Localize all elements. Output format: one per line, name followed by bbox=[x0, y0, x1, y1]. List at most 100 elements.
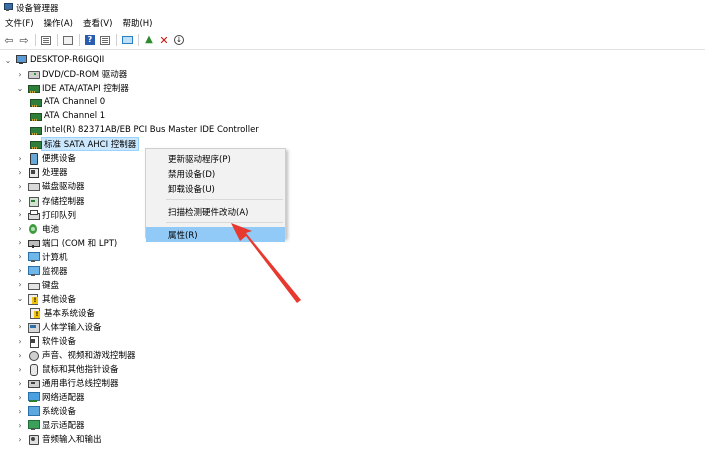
tree-category-item[interactable]: ⌄ IDE ATA/ATAPI 控制器 bbox=[16, 81, 129, 95]
context-menu: 更新驱动程序(P) 禁用设备(D) 卸载设备(U) 扫描检测硬件改动(A) 属性(R) bbox=[145, 148, 286, 242]
tree-item-label: 打印队列 bbox=[42, 210, 77, 221]
tree-category-item[interactable]: › 鼠标和其他指针设备 bbox=[16, 362, 119, 377]
ide-icon bbox=[30, 125, 42, 136]
tree-item-label: 其他设备 bbox=[42, 294, 77, 305]
chevron-right-icon[interactable]: › bbox=[16, 196, 24, 206]
cm-uninstall-device[interactable]: 卸载设备(U) bbox=[146, 181, 285, 196]
tree-category-item[interactable]: › 打印队列 bbox=[16, 208, 76, 222]
tree-device-item[interactable]: ATA Channel 0 bbox=[30, 95, 105, 109]
tree-item-label: 便携设备 bbox=[42, 154, 77, 165]
tree-category-item[interactable]: › 音频输入和输出 bbox=[16, 432, 102, 446]
chevron-right-icon[interactable]: › bbox=[16, 181, 24, 191]
chevron-right-icon[interactable]: › bbox=[16, 420, 24, 430]
tree-category-item[interactable]: › 键盘 bbox=[16, 278, 59, 292]
tree-category-item[interactable]: › 显示适配器 bbox=[16, 418, 85, 432]
tree-category-item[interactable]: › 人体学输入设备 bbox=[16, 320, 102, 334]
tree-item-label: 显示适配器 bbox=[42, 421, 85, 432]
port-icon bbox=[28, 238, 40, 248]
tree-device-item[interactable]: Intel(R) 82371AB/EB PCI Bus Master IDE C… bbox=[30, 123, 259, 137]
disable-device-icon[interactable]: ↓ bbox=[173, 34, 185, 46]
window-title: 设备管理器 bbox=[16, 3, 59, 14]
warn-icon bbox=[30, 307, 40, 319]
tree-item-label: 人体学输入设备 bbox=[42, 322, 102, 333]
chevron-down-icon[interactable]: ⌄ bbox=[16, 83, 24, 93]
tree-category-item[interactable]: › 处理器 bbox=[16, 165, 68, 179]
tree-item-label: 通用串行总线控制器 bbox=[42, 379, 119, 390]
display-icon bbox=[28, 420, 40, 431]
cm-disable-device[interactable]: 禁用设备(D) bbox=[146, 166, 285, 181]
chevron-right-icon[interactable]: › bbox=[16, 322, 24, 332]
warn-icon bbox=[28, 293, 38, 305]
menu-file[interactable]: 文件(F) bbox=[5, 17, 34, 29]
tree-category-item[interactable]: › 声音、视频和游戏控制器 bbox=[16, 348, 136, 362]
cm-update-driver[interactable]: 更新驱动程序(P) bbox=[146, 151, 285, 166]
keyboard-icon bbox=[28, 280, 40, 290]
menu-view[interactable]: 查看(V) bbox=[83, 17, 112, 29]
view-list-icon[interactable] bbox=[99, 34, 111, 46]
cm-properties[interactable]: 属性(R) bbox=[146, 227, 285, 242]
tree-category-item[interactable]: › 存储控制器 bbox=[16, 194, 85, 208]
toolbar-separator bbox=[57, 34, 58, 46]
chevron-down-icon[interactable]: ⌄ bbox=[16, 294, 24, 304]
tree-category-item[interactable]: › 电池 bbox=[16, 222, 59, 236]
sound-icon bbox=[28, 350, 39, 362]
tree-category-item[interactable]: › 网络适配器 bbox=[16, 390, 85, 404]
toolbar-separator bbox=[116, 34, 117, 46]
chevron-right-icon[interactable]: › bbox=[16, 238, 24, 248]
device-manager-icon bbox=[3, 3, 13, 12]
tree-category-item[interactable]: › 端口 (COM 和 LPT) bbox=[16, 236, 117, 250]
tree-item-label: 软件设备 bbox=[42, 337, 77, 347]
back-arrow-icon[interactable]: ⇦ bbox=[3, 34, 15, 46]
chevron-right-icon[interactable]: › bbox=[16, 210, 24, 220]
storage-icon bbox=[28, 196, 39, 207]
cm-scan-hardware[interactable]: 扫描检测硬件改动(A) bbox=[146, 204, 285, 219]
chevron-right-icon[interactable]: › bbox=[16, 167, 24, 177]
tree-item-label: 电池 bbox=[42, 224, 60, 235]
properties-pane-icon[interactable] bbox=[40, 34, 52, 46]
show-hidden-icon[interactable] bbox=[62, 34, 74, 46]
cpu-icon bbox=[28, 167, 39, 179]
tree-category-item[interactable]: ⌄ 其他设备 bbox=[16, 292, 76, 306]
tree-category-item[interactable]: › 磁盘驱动器 bbox=[16, 179, 84, 193]
tree-category-item[interactable]: › 通用串行总线控制器 bbox=[16, 376, 119, 390]
chevron-right-icon[interactable]: › bbox=[16, 378, 24, 388]
uninstall-device-icon[interactable]: ✕ bbox=[158, 34, 170, 46]
chevron-right-icon[interactable]: › bbox=[16, 153, 24, 163]
chevron-right-icon[interactable]: › bbox=[16, 434, 24, 444]
forward-arrow-icon[interactable]: ⇨ bbox=[18, 34, 30, 46]
tree-item-label: 存储控制器 bbox=[42, 196, 85, 207]
tree-item-label: 端口 (COM 和 LPT) bbox=[42, 238, 118, 249]
tree-root[interactable]: ⌄ DESKTOP-R6IGQII bbox=[4, 53, 104, 67]
tree-item-label: 音频输入和输出 bbox=[42, 435, 102, 446]
menu-help[interactable]: 帮助(H) bbox=[122, 17, 152, 29]
title-bar: 设备管理器 bbox=[0, 0, 705, 15]
ide-icon bbox=[30, 97, 42, 108]
drive-icon bbox=[28, 181, 40, 192]
tree-category-item[interactable]: › 软件设备 bbox=[16, 334, 76, 348]
tree-category-item[interactable]: › 计算机 bbox=[16, 250, 68, 264]
help-icon[interactable]: ? bbox=[84, 34, 96, 46]
tree-device-item[interactable]: ATA Channel 1 bbox=[30, 109, 105, 123]
chevron-right-icon[interactable]: › bbox=[16, 69, 24, 79]
tree-item-label: 处理器 bbox=[42, 168, 68, 179]
chevron-right-icon[interactable]: › bbox=[16, 392, 24, 402]
menu-action[interactable]: 操作(A) bbox=[44, 17, 73, 29]
scan-hardware-icon[interactable] bbox=[121, 34, 133, 46]
chevron-right-icon[interactable]: › bbox=[16, 252, 24, 262]
tree-device-item[interactable]: 标准 SATA AHCI 控制器 bbox=[30, 137, 140, 152]
chevron-right-icon[interactable]: › bbox=[16, 406, 24, 416]
chevron-down-icon[interactable]: ⌄ bbox=[4, 55, 12, 65]
chevron-right-icon[interactable]: › bbox=[16, 364, 24, 374]
update-driver-icon[interactable]: ▲ bbox=[143, 34, 155, 46]
chevron-right-icon[interactable]: › bbox=[16, 266, 24, 276]
tree-category-item[interactable]: › 监视器 bbox=[16, 264, 68, 278]
tree-category-item[interactable]: › DVD/CD-ROM 驱动器 bbox=[16, 67, 127, 81]
tree-category-item[interactable]: › 便携设备 bbox=[16, 151, 77, 166]
chevron-right-icon[interactable]: › bbox=[16, 336, 24, 346]
chevron-right-icon[interactable]: › bbox=[16, 224, 24, 234]
chevron-right-icon[interactable]: › bbox=[16, 350, 24, 360]
chevron-right-icon[interactable]: › bbox=[16, 280, 24, 290]
tree-category-item[interactable]: › 系统设备 bbox=[16, 404, 76, 418]
tree-device-item[interactable]: 基本系统设备 bbox=[30, 306, 95, 320]
toolbar-separator bbox=[35, 34, 36, 46]
